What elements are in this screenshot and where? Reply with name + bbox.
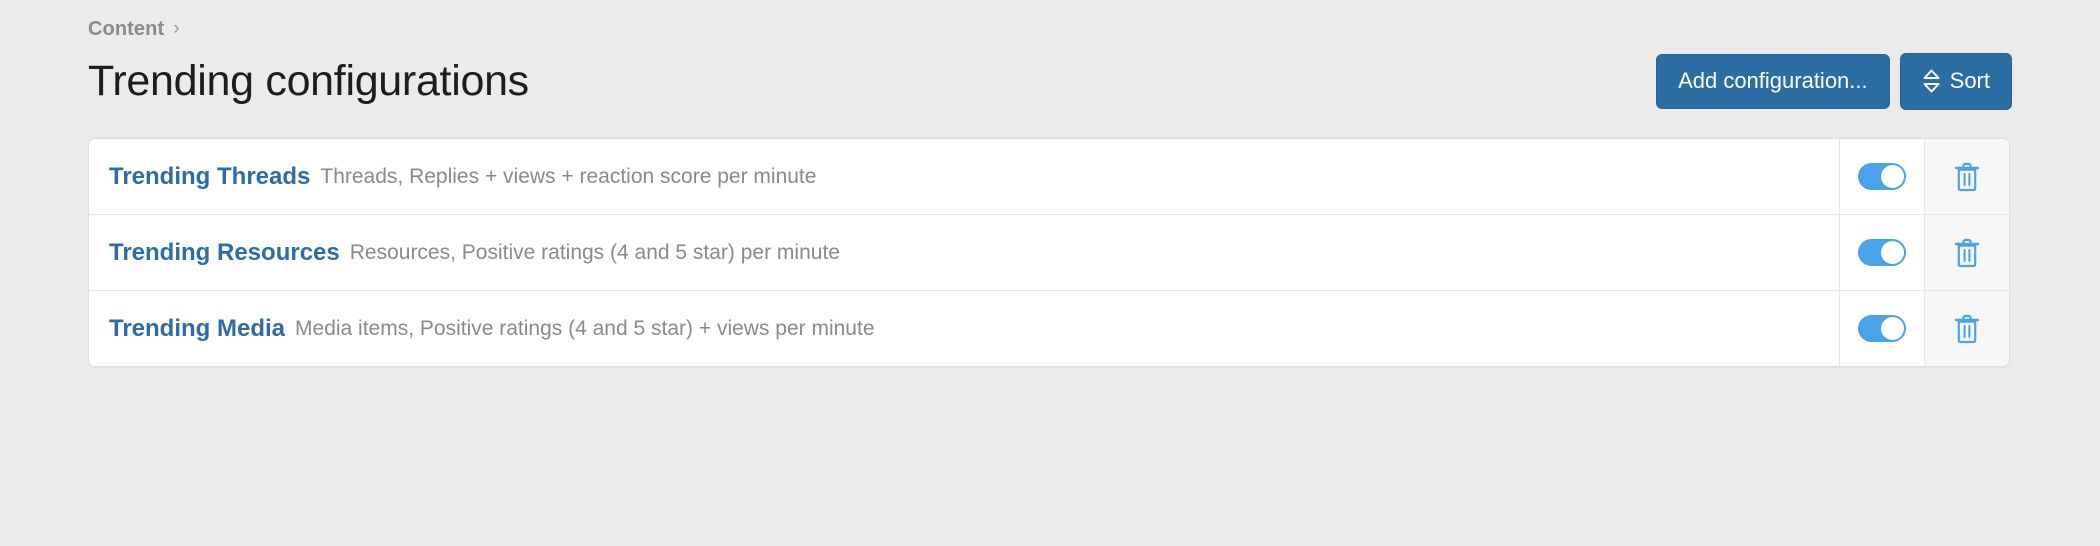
row-content: Trending Media Media items, Positive rat… [89,291,1839,366]
table-row: Trending Resources Resources, Positive r… [89,215,2009,291]
enable-toggle-cell [1839,291,1924,366]
trash-icon [1954,238,1980,268]
trash-icon [1954,314,1980,344]
chevron-right-icon: › [173,17,180,39]
row-content: Trending Threads Threads, Replies + view… [89,139,1839,214]
page-title: Trending configurations [88,56,529,105]
page-header: Trending configurations Add configuratio… [88,52,2012,110]
toggle-knob [1881,317,1904,340]
delete-button[interactable] [1924,139,2009,214]
enable-toggle-cell [1839,215,1924,290]
breadcrumb-item-content[interactable]: Content [88,19,164,39]
enable-toggle[interactable] [1858,315,1906,342]
configuration-description: Resources, Positive ratings (4 and 5 sta… [349,240,840,264]
sort-button[interactable]: Sort [1899,52,2012,110]
enable-toggle[interactable] [1858,239,1906,266]
add-configuration-label: Add configuration... [1678,67,1868,93]
sort-label: Sort [1949,67,1990,93]
toggle-knob [1881,165,1904,188]
enable-toggle-cell [1839,139,1924,214]
toggle-knob [1881,241,1904,264]
table-row: Trending Media Media items, Positive rat… [89,291,2009,366]
add-configuration-button[interactable]: Add configuration... [1656,53,1890,109]
delete-button[interactable] [1924,291,2009,366]
header-actions: Add configuration... Sort [1656,52,2012,110]
configuration-link[interactable]: Trending Media [109,315,285,343]
page-root: Content › Trending configurations Add co… [0,0,2100,546]
configuration-link[interactable]: Trending Threads [109,163,310,191]
configuration-description: Threads, Replies + views + reaction scor… [320,164,817,188]
enable-toggle[interactable] [1858,163,1906,190]
sort-updown-icon [1922,69,1941,93]
breadcrumb: Content › [88,17,180,40]
trending-configurations-list: Trending Threads Threads, Replies + view… [88,138,2010,367]
row-content: Trending Resources Resources, Positive r… [89,215,1839,290]
configuration-link[interactable]: Trending Resources [109,239,340,267]
trash-icon [1954,162,1980,192]
delete-button[interactable] [1924,215,2009,290]
table-row: Trending Threads Threads, Replies + view… [89,139,2009,215]
configuration-description: Media items, Positive ratings (4 and 5 s… [295,316,875,340]
